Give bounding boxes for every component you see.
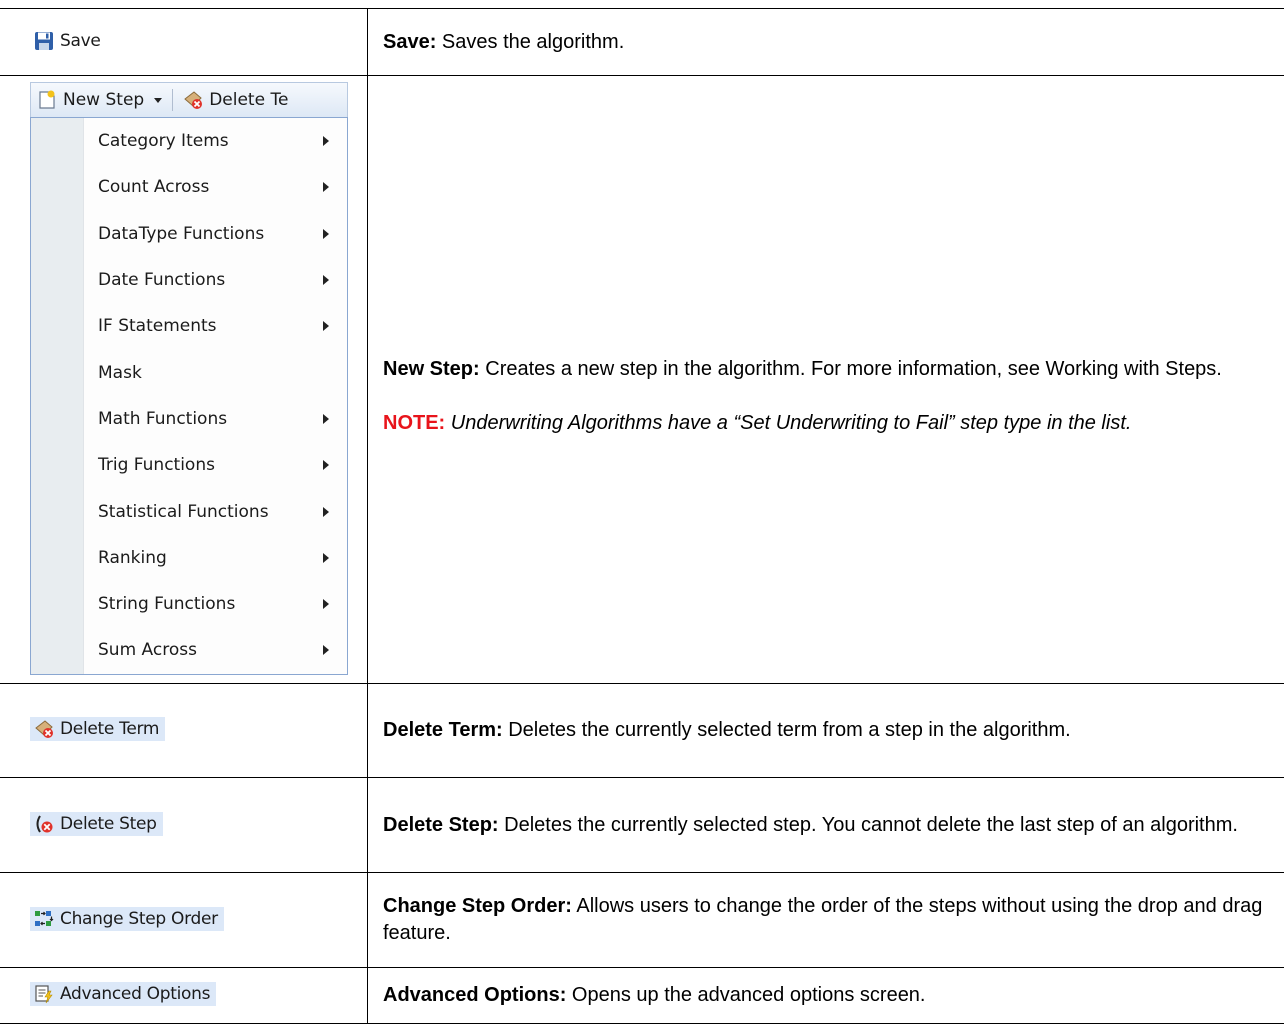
- delete-term-button-label: Delete Term: [60, 719, 159, 739]
- menu-item[interactable]: Mask: [31, 349, 347, 395]
- floppy-disk-icon: [34, 31, 54, 51]
- desc-save: Saves the algorithm.: [436, 31, 624, 53]
- menu-item-label: String Functions: [98, 594, 235, 614]
- submenu-arrow-icon: [323, 645, 329, 655]
- new-document-icon: [37, 90, 57, 110]
- menu-item[interactable]: Category Items: [31, 118, 347, 164]
- menu-item-label: Statistical Functions: [98, 502, 269, 522]
- menu-item-label: Date Functions: [98, 270, 225, 290]
- menu-item-label: Mask: [98, 363, 142, 383]
- desc-new-step: Creates a new step in the algorithm. For…: [480, 358, 1222, 380]
- term-delete-step: Delete Step:: [383, 814, 499, 836]
- change-step-order-button-label: Change Step Order: [60, 909, 218, 929]
- delete-step-button[interactable]: Delete Step: [30, 812, 163, 836]
- submenu-arrow-icon: [323, 136, 329, 146]
- advanced-options-button-label: Advanced Options: [60, 984, 210, 1004]
- save-button[interactable]: Save: [30, 29, 107, 53]
- cell-button-new-step: New Step Delete Te: [0, 76, 368, 684]
- cell-desc-change-order: Change Step Order: Allows users to chang…: [368, 873, 1284, 968]
- menu-item-label: Math Functions: [98, 409, 227, 429]
- submenu-arrow-icon: [323, 460, 329, 470]
- term-new-step: New Step:: [383, 358, 480, 380]
- menu-item-label: Sum Across: [98, 640, 197, 660]
- menu-item-label: Count Across: [98, 177, 209, 197]
- submenu-arrow-icon: [323, 414, 329, 424]
- new-step-label: New Step: [63, 90, 144, 110]
- term-save: Save:: [383, 31, 436, 53]
- new-step-button[interactable]: New Step: [31, 83, 168, 117]
- cell-button-change-order: Change Step Order: [0, 873, 368, 968]
- delete-step-button-label: Delete Step: [60, 814, 157, 834]
- submenu-arrow-icon: [323, 321, 329, 331]
- new-step-paragraph: New Step: Creates a new step in the algo…: [383, 356, 1274, 383]
- menu-item[interactable]: String Functions: [31, 581, 347, 627]
- menu-item-label: Ranking: [98, 548, 167, 568]
- cell-desc-delete-step: Delete Step: Deletes the currently selec…: [368, 778, 1284, 873]
- delete-term-icon: [183, 90, 203, 110]
- toolbar: New Step Delete Te: [30, 82, 348, 117]
- delete-term-button-partial[interactable]: Delete Te: [177, 83, 294, 117]
- note-paragraph: NOTE: Underwriting Algorithms have a “Se…: [383, 410, 1274, 437]
- advanced-options-button[interactable]: Advanced Options: [30, 982, 216, 1006]
- menu-item[interactable]: IF Statements: [31, 303, 347, 349]
- delete-term-partial-label: Delete Te: [209, 90, 288, 110]
- menu-item-label: DataType Functions: [98, 224, 264, 244]
- table-row-advanced-options: Advanced Options Advanced Options: Opens…: [0, 968, 1284, 1024]
- menu-item-label: IF Statements: [98, 316, 217, 336]
- cell-button-delete-step: Delete Step: [0, 778, 368, 873]
- cell-desc-delete-term: Delete Term: Deletes the currently selec…: [368, 684, 1284, 778]
- table-row-save: Save Save: Saves the algorithm.: [0, 9, 1284, 76]
- cell-desc-save: Save: Saves the algorithm.: [368, 9, 1284, 76]
- table-row-change-step-order: Change Step Order Change Step Order: All…: [0, 873, 1284, 968]
- term-advanced: Advanced Options:: [383, 984, 566, 1006]
- desc-advanced: Opens up the advanced options screen.: [566, 984, 925, 1006]
- cell-button-save: Save: [0, 9, 368, 76]
- cell-desc-new-step: New Step: Creates a new step in the algo…: [368, 76, 1284, 684]
- menu-item[interactable]: Trig Functions: [31, 442, 347, 488]
- submenu-arrow-icon: [323, 182, 329, 192]
- table-row-delete-term: Delete Term Delete Term: Deletes the cur…: [0, 684, 1284, 778]
- term-change-order: Change Step Order:: [383, 895, 572, 917]
- desc-delete-step: Deletes the currently selected step. You…: [499, 814, 1238, 836]
- delete-term-button[interactable]: Delete Term: [30, 717, 165, 741]
- table-row-delete-step: Delete Step Delete Step: Deletes the cur…: [0, 778, 1284, 873]
- advanced-options-icon: [34, 984, 54, 1004]
- new-step-menu-screenshot: New Step Delete Te: [30, 82, 348, 675]
- menu-item[interactable]: Sum Across: [31, 627, 347, 673]
- note-text: Underwriting Algorithms have a “Set Unde…: [445, 412, 1131, 434]
- submenu-arrow-icon: [323, 553, 329, 563]
- term-delete-term: Delete Term:: [383, 719, 503, 741]
- submenu-arrow-icon: [323, 599, 329, 609]
- dropdown-caret-icon[interactable]: [154, 98, 162, 103]
- cell-desc-advanced: Advanced Options: Opens up the advanced …: [368, 968, 1284, 1024]
- menu-item-label: Category Items: [98, 131, 229, 151]
- save-button-label: Save: [60, 31, 101, 51]
- menu-item-label: Trig Functions: [98, 455, 215, 475]
- menu-item[interactable]: Count Across: [31, 164, 347, 210]
- new-step-dropdown-menu: Category Items Count Across DataType Funct…: [30, 117, 348, 675]
- toolbar-reference-table: Save Save: Saves the algorithm.: [0, 8, 1284, 1024]
- note-label: NOTE:: [383, 412, 445, 434]
- menu-item[interactable]: Ranking: [31, 535, 347, 581]
- menu-item[interactable]: Date Functions: [31, 257, 347, 303]
- change-order-icon: [34, 909, 54, 929]
- menu-item[interactable]: DataType Functions: [31, 211, 347, 257]
- table-row-new-step: New Step Delete Te: [0, 76, 1284, 684]
- cell-button-advanced: Advanced Options: [0, 968, 368, 1024]
- desc-delete-term: Deletes the currently selected term from…: [503, 719, 1071, 741]
- delete-step-icon: [34, 814, 54, 834]
- submenu-arrow-icon: [323, 507, 329, 517]
- menu-item[interactable]: Math Functions: [31, 396, 347, 442]
- cell-button-delete-term: Delete Term: [0, 684, 368, 778]
- submenu-arrow-icon: [323, 275, 329, 285]
- toolbar-separator: [172, 89, 173, 111]
- menu-item[interactable]: Statistical Functions: [31, 488, 347, 534]
- submenu-arrow-icon: [323, 229, 329, 239]
- change-step-order-button[interactable]: Change Step Order: [30, 907, 224, 931]
- delete-term-icon: [34, 719, 54, 739]
